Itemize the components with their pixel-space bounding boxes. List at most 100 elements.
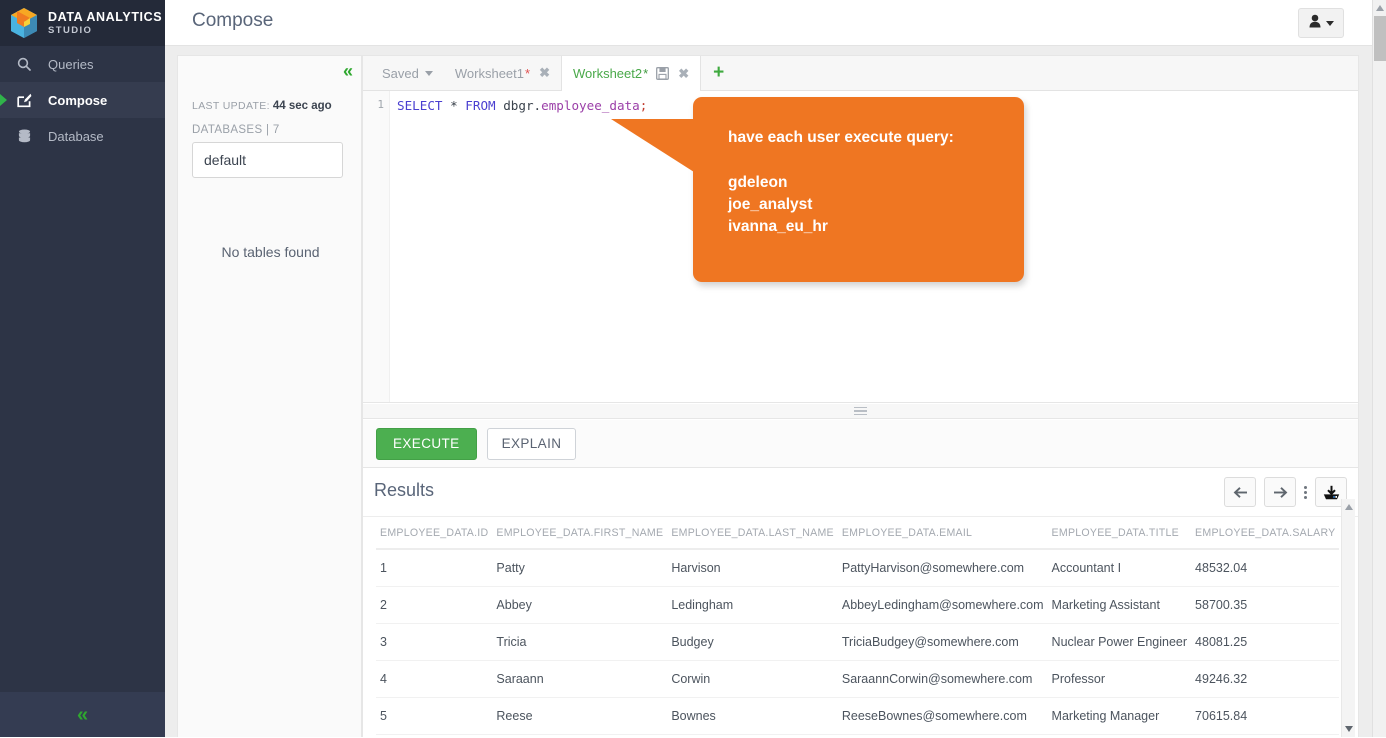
cell-salary: 48532.04 — [1191, 549, 1339, 587]
close-icon[interactable]: ✖ — [678, 66, 689, 82]
cell-email: SaraannCorwin@somewhere.com — [838, 661, 1048, 698]
saved-label: Saved — [382, 66, 419, 81]
saved-dropdown[interactable]: Saved — [371, 56, 444, 90]
tab-worksheet2[interactable]: Worksheet2* ✖ — [561, 56, 701, 91]
column-header[interactable]: EMPLOYEE_DATA.SALARY — [1191, 517, 1339, 549]
tab-label: Worksheet2 — [573, 66, 642, 81]
callout-body: have each user execute query: gdeleon jo… — [728, 129, 954, 238]
sql-code-line: SELECT * FROM dbgr.employee_data; — [397, 98, 647, 113]
database-panel: « LAST UPDATE: 44 sec ago DATABASES | 7 … — [177, 55, 362, 737]
brand-title: DATA ANALYTICS — [48, 11, 162, 24]
search-icon — [17, 57, 39, 71]
user-menu-button[interactable] — [1298, 8, 1344, 38]
cube-logo-icon — [9, 7, 39, 39]
cell-first-name: Reese — [492, 698, 667, 735]
editor-splitter[interactable] — [363, 404, 1358, 419]
worksheet-tab-bar: Saved Worksheet1* ✖ Worksheet2* ✖ — [363, 56, 1358, 91]
callout-user: joe_analyst — [728, 194, 954, 216]
callout-user: ivanna_eu_hr — [728, 216, 954, 238]
callout-user-list: gdeleon joe_analyst ivanna_eu_hr — [728, 172, 954, 238]
sql-schema: dbgr. — [503, 98, 541, 113]
table-row[interactable]: 2 Abbey Ledingham AbbeyLedingham@somewhe… — [376, 587, 1339, 624]
drag-handle-icon — [854, 405, 867, 418]
results-table: EMPLOYEE_DATA.ID EMPLOYEE_DATA.FIRST_NAM… — [376, 517, 1339, 738]
action-bar: EXECUTE EXPLAIN — [363, 420, 1358, 468]
add-worksheet-button[interactable]: + — [701, 56, 736, 90]
cell-id: 3 — [376, 624, 492, 661]
annotation-callout: have each user execute query: gdeleon jo… — [693, 97, 1024, 282]
double-chevron-left-icon: « — [77, 705, 88, 725]
cell-email: AbbeyLedingham@somewhere.com — [838, 587, 1048, 624]
databases-count-row: DATABASES | 7 — [192, 124, 280, 136]
cell-first-name: Tricia — [492, 624, 667, 661]
tab-dirty-marker: * — [525, 66, 530, 81]
cell-last-name: Bownes — [667, 698, 838, 735]
scrollbar-thumb[interactable] — [1374, 16, 1386, 61]
cell-id: 6 — [376, 735, 492, 738]
databases-separator: | — [266, 124, 269, 136]
scroll-down-icon[interactable] — [1345, 726, 1353, 732]
databases-label: DATABASES — [192, 124, 262, 136]
cell-last-name: Corwin — [667, 661, 838, 698]
column-header[interactable]: EMPLOYEE_DATA.FIRST_NAME — [492, 517, 667, 549]
column-header[interactable]: EMPLOYEE_DATA.EMAIL — [838, 517, 1048, 549]
cell-salary: 49246.32 — [1191, 661, 1339, 698]
cell-title: Marketing Manager — [1048, 698, 1192, 735]
table-row[interactable]: 5 Reese Bownes ReeseBownes@somewhere.com… — [376, 698, 1339, 735]
sidebar-item-label: Queries — [48, 57, 94, 72]
cell-salary: 58700.35 — [1191, 587, 1339, 624]
column-header[interactable]: EMPLOYEE_DATA.TITLE — [1048, 517, 1192, 549]
line-number: 1 — [377, 98, 384, 111]
no-tables-message: No tables found — [178, 244, 363, 260]
execute-button[interactable]: EXECUTE — [376, 428, 477, 460]
sidebar-item-database[interactable]: Database — [0, 118, 165, 154]
results-title: Results — [374, 480, 434, 501]
page-scrollbar[interactable] — [1372, 0, 1386, 737]
callout-user: gdeleon — [728, 172, 954, 194]
brand-subtitle: STUDIO — [48, 26, 162, 36]
sidebar: DATA ANALYTICS STUDIO Queries Compose — [0, 0, 165, 737]
sql-keyword-select: SELECT — [397, 98, 443, 113]
table-row[interactable]: 6 Jennee Hawson JenneeHawson@somewhere.c… — [376, 735, 1339, 738]
cell-last-name: Hawson — [667, 735, 838, 738]
sidebar-collapse-button[interactable]: « — [0, 692, 165, 737]
table-row[interactable]: 1 Patty Harvison PattyHarvison@somewhere… — [376, 549, 1339, 587]
results-scrollbar[interactable] — [1341, 499, 1355, 737]
sidebar-item-label: Compose — [48, 93, 107, 108]
tab-worksheet1[interactable]: Worksheet1* ✖ — [444, 56, 561, 90]
caret-down-icon — [1326, 21, 1334, 26]
database-select[interactable]: default — [192, 142, 343, 178]
table-row[interactable]: 4 Saraann Corwin SaraannCorwin@somewhere… — [376, 661, 1339, 698]
tab-dirty-marker: * — [643, 66, 648, 81]
cell-salary: 70615.84 — [1191, 698, 1339, 735]
tab-label: Worksheet1 — [455, 66, 524, 81]
floppy-save-icon[interactable] — [656, 67, 669, 80]
compose-icon — [17, 93, 39, 108]
results-grid[interactable]: EMPLOYEE_DATA.ID EMPLOYEE_DATA.FIRST_NAM… — [363, 517, 1358, 738]
sidebar-item-queries[interactable]: Queries — [0, 46, 165, 82]
last-update-label: LAST UPDATE: — [192, 100, 270, 112]
table-row[interactable]: 3 Tricia Budgey TriciaBudgey@somewhere.c… — [376, 624, 1339, 661]
caret-down-icon — [425, 71, 433, 76]
callout-heading: have each user execute query: — [728, 129, 954, 147]
table-header-row: EMPLOYEE_DATA.ID EMPLOYEE_DATA.FIRST_NAM… — [376, 517, 1339, 549]
db-panel-collapse-button[interactable]: « — [343, 62, 353, 82]
sidebar-item-compose[interactable]: Compose — [0, 82, 165, 118]
scroll-up-icon[interactable] — [1376, 5, 1384, 11]
results-toolbar — [1216, 477, 1347, 507]
sql-star: * — [450, 98, 458, 113]
cell-first-name: Abbey — [492, 587, 667, 624]
database-select-value: default — [204, 152, 246, 168]
cell-salary: 48081.25 — [1191, 624, 1339, 661]
databases-count: 7 — [273, 124, 280, 136]
kebab-menu-icon[interactable] — [1304, 485, 1307, 500]
column-header[interactable]: EMPLOYEE_DATA.ID — [376, 517, 492, 549]
cell-first-name: Jennee — [492, 735, 667, 738]
explain-button[interactable]: EXPLAIN — [487, 428, 577, 460]
callout-tail — [611, 119, 694, 172]
column-header[interactable]: EMPLOYEE_DATA.LAST_NAME — [667, 517, 838, 549]
scroll-up-icon[interactable] — [1345, 504, 1353, 510]
close-icon[interactable]: ✖ — [539, 65, 550, 81]
results-prev-button[interactable] — [1224, 477, 1256, 507]
results-next-button[interactable] — [1264, 477, 1296, 507]
